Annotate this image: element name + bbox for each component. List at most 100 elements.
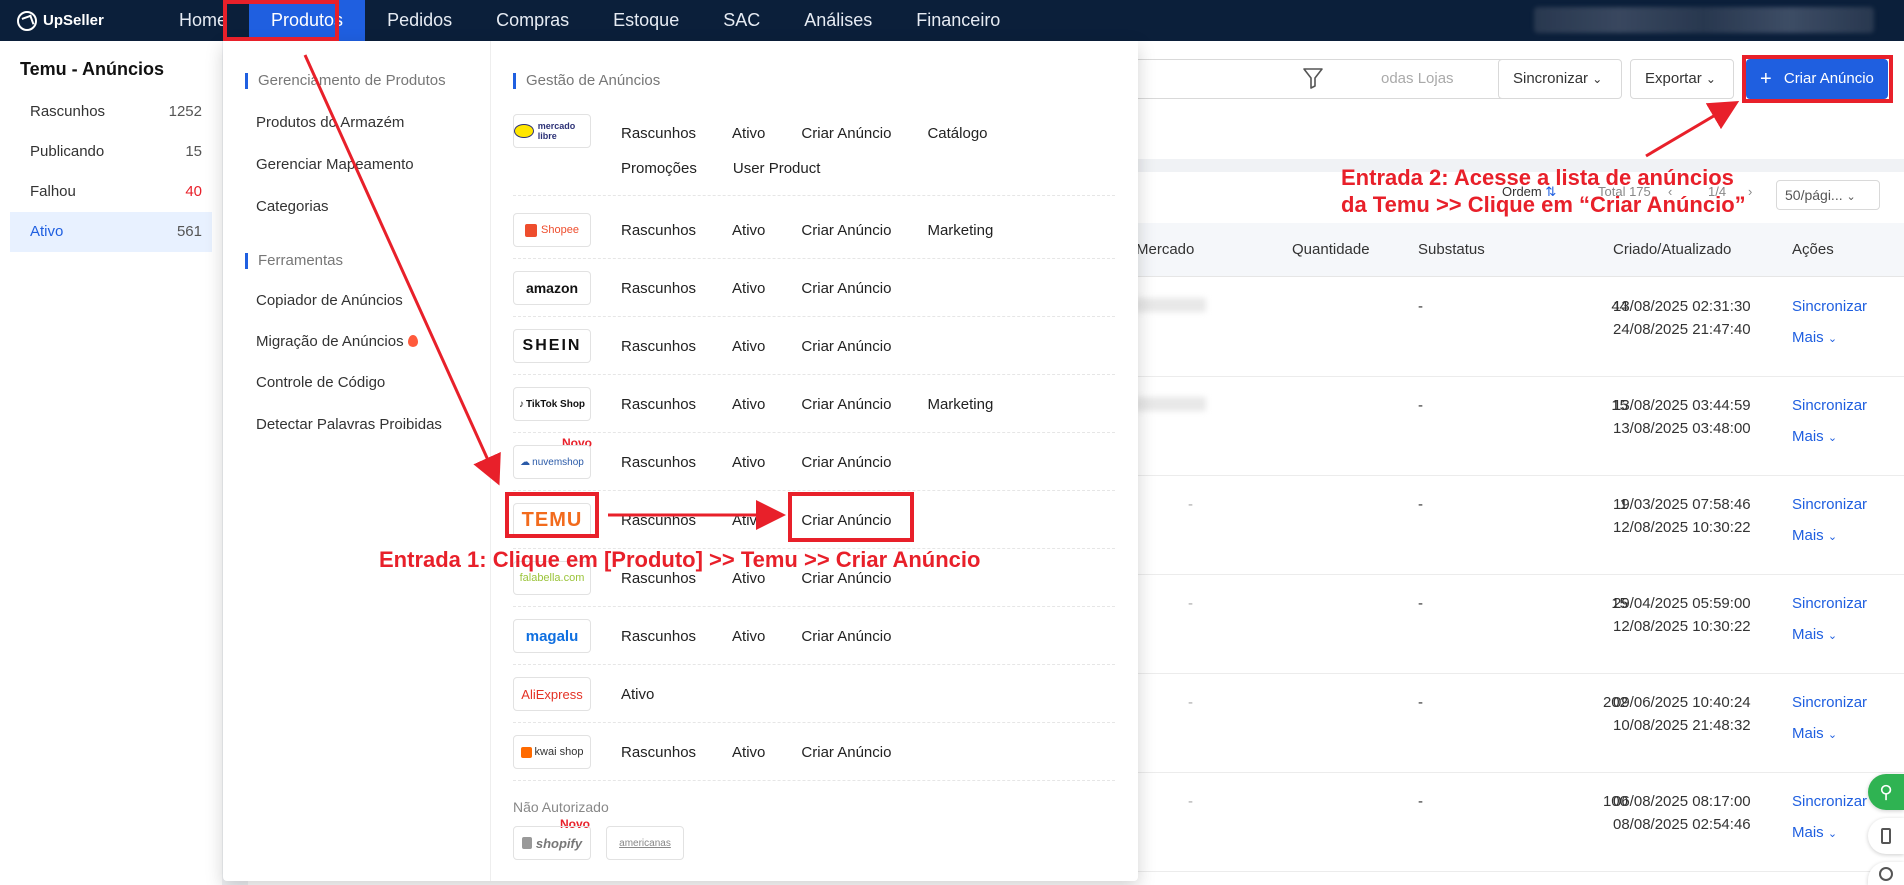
unauthorized-title: Não Autorizado: [513, 799, 609, 815]
magalu-ativo-link[interactable]: Ativo: [732, 628, 765, 645]
menu-link-listing-copier[interactable]: Copiador de Anúncios: [256, 292, 403, 309]
sidebar-item-falhou[interactable]: Falhou 40: [10, 172, 212, 212]
magalu-logo-text: magalu: [525, 627, 579, 645]
chevron-down-icon: ⌄: [1827, 729, 1838, 741]
menu-link-forbidden-words[interactable]: Detectar Palavras Proibidas: [256, 416, 442, 433]
nav-pedidos[interactable]: Pedidos: [365, 0, 474, 41]
row-sync-link[interactable]: Sincronizar: [1792, 793, 1867, 810]
row-sync-link[interactable]: Sincronizar: [1792, 496, 1867, 513]
shopify-logo[interactable]: shopify: [513, 826, 591, 860]
aliexpress-ativo-link[interactable]: Ativo: [621, 686, 654, 703]
nuvemshop-rascunhos-link[interactable]: Rascunhos: [621, 454, 696, 471]
shein-rascunhos-link[interactable]: Rascunhos: [621, 338, 696, 355]
row-substatus: -: [1418, 793, 1423, 810]
fire-icon: [407, 335, 418, 347]
sync-dropdown-button[interactable]: Sincronizar ⌄: [1498, 59, 1622, 99]
shopee-ativo-link[interactable]: Ativo: [732, 222, 765, 239]
clock-float-button[interactable]: [1868, 862, 1904, 885]
mercadolibre-logo: mercado libre: [513, 114, 591, 148]
amazon-rascunhos-link[interactable]: Rascunhos: [621, 280, 696, 297]
nuvemshop-ativo-link[interactable]: Ativo: [732, 454, 765, 471]
sidebar-item-rascunhos[interactable]: Rascunhos 1252: [10, 92, 212, 132]
nav-financeiro[interactable]: Financeiro: [894, 0, 1022, 41]
nuvemshop-logo-text: nuvemshop: [532, 456, 584, 468]
shopee-rascunhos-link[interactable]: Rascunhos: [621, 222, 696, 239]
marketplace-row-aliexpress: AliExpress Ativo: [513, 665, 1115, 723]
menu-link-warehouse-products[interactable]: Produtos do Armazém: [256, 114, 404, 131]
next-page-icon[interactable]: ›: [1748, 184, 1752, 199]
row-sync-link[interactable]: Sincronizar: [1792, 595, 1867, 612]
americanas-logo[interactable]: americanas: [606, 826, 684, 860]
nav-estoque[interactable]: Estoque: [591, 0, 701, 41]
shopee-create-listing-link[interactable]: Criar Anúncio: [801, 222, 891, 239]
row-sync-link[interactable]: Sincronizar: [1792, 694, 1867, 711]
row-more-link[interactable]: Mais ⌄: [1792, 626, 1837, 643]
page-size-select[interactable]: 50/pági... ⌄: [1776, 180, 1880, 210]
tiktok-marketing-link[interactable]: Marketing: [927, 396, 993, 413]
search-float-button[interactable]: ⚲: [1868, 774, 1904, 810]
kwaishop-actions: Rascunhos Ativo Criar Anúncio: [621, 744, 1121, 761]
shopee-marketing-link[interactable]: Marketing: [927, 222, 993, 239]
row-market: -: [1188, 595, 1193, 612]
magalu-rascunhos-link[interactable]: Rascunhos: [621, 628, 696, 645]
menu-link-categories[interactable]: Categorias: [256, 198, 329, 215]
menu-link-listing-migration[interactable]: Migração de Anúncios: [256, 333, 418, 350]
more-label: Mais: [1792, 824, 1824, 841]
menu-link-manage-mapping[interactable]: Gerenciar Mapeamento: [256, 156, 414, 173]
row-updated: 08/08/2025 02:54:46: [1613, 816, 1751, 833]
menu-link-code-control[interactable]: Controle de Código: [256, 374, 385, 391]
user-area-blurred[interactable]: [1534, 7, 1874, 33]
annotation-entry-2-line-1: Entrada 2: Acesse a lista de anúncios: [1341, 165, 1734, 190]
mobile-float-button[interactable]: [1868, 818, 1904, 854]
chevron-down-icon: ⌄: [1705, 72, 1716, 86]
shein-create-listing-link[interactable]: Criar Anúncio: [801, 338, 891, 355]
row-more-link[interactable]: Mais ⌄: [1792, 725, 1837, 742]
phone-icon: [1881, 828, 1891, 844]
tiktok-ativo-link[interactable]: Ativo: [732, 396, 765, 413]
shein-ativo-link[interactable]: Ativo: [732, 338, 765, 355]
shopee-actions: Rascunhos Ativo Criar Anúncio Marketing: [621, 222, 1121, 239]
row-sync-link[interactable]: Sincronizar: [1792, 397, 1867, 414]
amazon-create-listing-link[interactable]: Criar Anúncio: [801, 280, 891, 297]
page-size-value: 50/pági...: [1785, 187, 1843, 203]
nav-sac[interactable]: SAC: [701, 0, 782, 41]
tiktok-create-listing-link[interactable]: Criar Anúncio: [801, 396, 891, 413]
row-updated: 12/08/2025 10:30:22: [1613, 519, 1751, 536]
temu-rascunhos-link[interactable]: Rascunhos: [621, 512, 696, 529]
temu-ativo-link[interactable]: Ativo: [732, 512, 765, 529]
ml-promotions-link[interactable]: Promoções: [621, 160, 697, 177]
nav-compras[interactable]: Compras: [474, 0, 591, 41]
ml-create-listing-link[interactable]: Criar Anúncio: [801, 125, 891, 142]
filter-icon[interactable]: [1301, 65, 1325, 91]
kwai-rascunhos-link[interactable]: Rascunhos: [621, 744, 696, 761]
ml-rascunhos-link[interactable]: Rascunhos: [621, 125, 696, 142]
more-label: Mais: [1792, 329, 1824, 346]
more-label: Mais: [1792, 626, 1824, 643]
ml-user-product-link[interactable]: User Product: [733, 160, 821, 177]
section-listing-management: Gestão de Anúncios: [513, 73, 660, 89]
sidebar-item-count: 1252: [168, 103, 202, 120]
nuvemshop-logo: ☁ nuvemshop: [513, 445, 591, 479]
row-more-link[interactable]: Mais ⌄: [1792, 527, 1837, 544]
nav-analises[interactable]: Análises: [782, 0, 894, 41]
magalu-create-listing-link[interactable]: Criar Anúncio: [801, 628, 891, 645]
ml-ativo-link[interactable]: Ativo: [732, 125, 765, 142]
column-header-quantity: Quantidade: [1292, 241, 1370, 258]
kwai-ativo-link[interactable]: Ativo: [732, 744, 765, 761]
ml-catalog-link[interactable]: Catálogo: [927, 125, 987, 142]
row-quantity: 15: [1611, 595, 1628, 612]
kwai-create-listing-link[interactable]: Criar Anúncio: [801, 744, 891, 761]
nuvemshop-create-listing-link[interactable]: Criar Anúncio: [801, 454, 891, 471]
nuvemshop-actions: Rascunhos Ativo Criar Anúncio: [621, 454, 1121, 471]
sidebar-item-ativo[interactable]: Ativo 561: [10, 212, 212, 252]
row-sync-link[interactable]: Sincronizar: [1792, 298, 1867, 315]
sidebar-item-publicando[interactable]: Publicando 15: [10, 132, 212, 172]
tiktok-rascunhos-link[interactable]: Rascunhos: [621, 396, 696, 413]
handshake-icon: [514, 124, 534, 138]
row-more-link[interactable]: Mais ⌄: [1792, 824, 1837, 841]
export-dropdown-button[interactable]: Exportar ⌄: [1630, 59, 1734, 99]
amazon-ativo-link[interactable]: Ativo: [732, 280, 765, 297]
upseller-logo[interactable]: UpSeller: [17, 10, 137, 31]
row-more-link[interactable]: Mais ⌄: [1792, 428, 1837, 445]
row-more-link[interactable]: Mais ⌄: [1792, 329, 1837, 346]
